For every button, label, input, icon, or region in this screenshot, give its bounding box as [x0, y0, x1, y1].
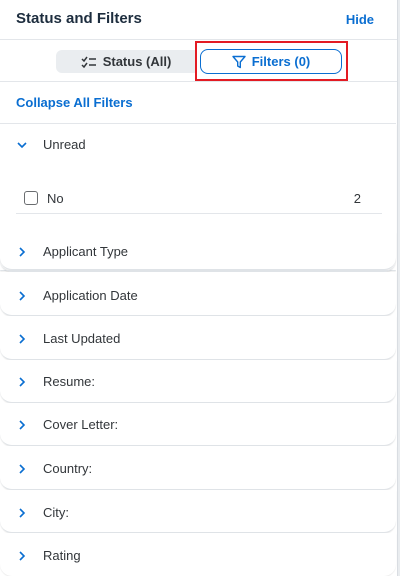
list-check-icon — [81, 56, 96, 68]
filter-label-application-date: Application Date — [43, 288, 138, 303]
chevron-down-icon — [17, 142, 27, 149]
filter-label-unread: Unread — [43, 137, 86, 152]
panel-title: Status and Filters — [16, 10, 142, 27]
filter-label-applicant-type: Applicant Type — [43, 244, 129, 259]
filter-label-city: City: — [43, 505, 69, 520]
funnel-icon — [232, 55, 246, 68]
chevron-right-icon — [19, 420, 26, 430]
option-divider — [16, 213, 382, 214]
filter-header-applicant-type[interactable]: Applicant Type — [0, 232, 396, 272]
filters-segment-label: Filters (0) — [251, 54, 311, 69]
segmented-control: Status (All) Filters (0) — [0, 40, 397, 82]
chevron-right-icon — [19, 377, 26, 387]
unread-no-checkbox[interactable] — [24, 191, 38, 205]
hide-button[interactable]: Hide — [346, 12, 374, 27]
unread-no-count: 2 — [353, 191, 361, 206]
panel-header: Status and Filters Hide — [0, 0, 397, 40]
filter-header-unread[interactable]: Unread — [0, 124, 396, 166]
chevron-right-icon — [19, 291, 26, 301]
chevron-right-icon — [19, 551, 26, 561]
filter-label-country: Country: — [43, 461, 93, 476]
filter-header-application-date[interactable]: Application Date — [0, 272, 396, 316]
chevron-right-icon — [19, 508, 26, 518]
chevron-right-icon — [19, 334, 26, 344]
status-segment-label: Status (All) — [102, 54, 172, 69]
chevron-right-icon — [19, 464, 26, 474]
status-filters-panel: Status and Filters Hide Status (All) Fil… — [0, 0, 398, 576]
filter-label-resume: Resume: — [43, 374, 96, 389]
filter-label-rating: Rating — [43, 548, 81, 563]
filter-header-country[interactable]: Country: — [0, 446, 396, 490]
unread-no-label: No — [47, 191, 64, 206]
status-segment-button[interactable]: Status (All) — [56, 50, 196, 73]
filter-label-cover-letter: Cover Letter: — [43, 417, 119, 432]
filter-label-last-updated: Last Updated — [43, 331, 121, 346]
collapse-all-filters-link[interactable]: Collapse All Filters — [16, 95, 133, 110]
filter-header-city[interactable]: City: — [0, 490, 396, 533]
filter-header-resume[interactable]: Resume: — [0, 360, 396, 403]
filter-header-cover-letter[interactable]: Cover Letter: — [0, 403, 396, 446]
filter-header-rating[interactable]: Rating — [0, 533, 396, 576]
filter-header-last-updated[interactable]: Last Updated — [0, 316, 396, 360]
chevron-right-icon — [19, 247, 26, 257]
filters-segment-button[interactable]: Filters (0) — [200, 49, 342, 74]
